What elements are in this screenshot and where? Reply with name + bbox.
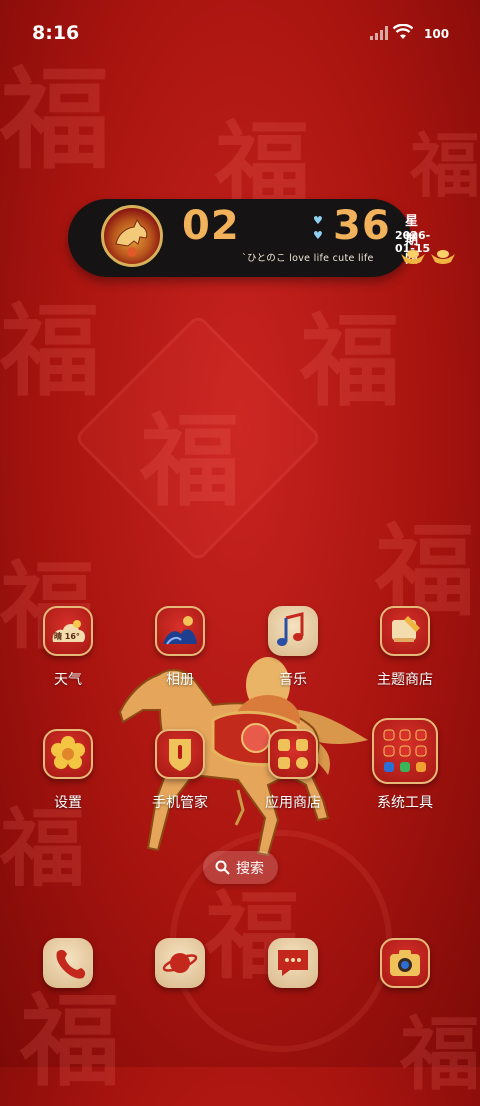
search-label: 搜索 <box>236 861 264 877</box>
wallpaper-diamond <box>73 313 323 563</box>
gallery-icon <box>155 606 205 656</box>
clock-minutes: 36 <box>333 203 391 249</box>
app-label: 系统工具 <box>377 795 433 811</box>
wallpaper-fu-glyph: 福 <box>410 124 480 207</box>
app-label: 天气 <box>54 672 82 688</box>
dock-camera[interactable] <box>350 938 460 988</box>
weather-badge: 晴 16° <box>54 632 80 641</box>
widget-tagline: `ひとのこ love life cute life <box>242 253 374 264</box>
wallpaper-fu-glyph: 福 <box>300 302 400 420</box>
clock-hours: 02 <box>182 203 240 249</box>
horse-avatar-icon <box>101 205 163 267</box>
app-label: 主题商店 <box>377 672 433 688</box>
weather-icon: 晴 16° <box>43 606 93 656</box>
dock-phone[interactable] <box>13 938 123 988</box>
theme-brush-icon <box>380 606 430 656</box>
app-gallery[interactable]: 相册 <box>125 606 235 689</box>
app-weather[interactable]: 晴 16° 天气 <box>13 606 123 689</box>
app-system-tools-folder[interactable]: 系统工具 <box>350 718 460 812</box>
app-settings[interactable]: 设置 <box>13 729 123 812</box>
app-label: 设置 <box>54 795 82 811</box>
clock-widget[interactable]: 02 ♥♥ 36 星期四 2026-01-15 `ひとのこ love life … <box>68 199 455 277</box>
app-music[interactable]: 音乐 <box>238 606 348 689</box>
wifi-icon <box>393 24 413 39</box>
app-label: 相册 <box>166 672 194 688</box>
gold-ingot-icon <box>401 250 455 264</box>
signal-bars-icon <box>370 26 388 40</box>
wallpaper-fu-glyph: 福 <box>0 292 100 410</box>
battery-level: 100 <box>424 27 450 41</box>
phone-manager-shield-icon <box>155 729 205 779</box>
camera-icon <box>380 938 430 988</box>
dock-browser[interactable] <box>125 938 235 988</box>
settings-flower-icon <box>43 729 93 779</box>
app-theme-store[interactable]: 主题商店 <box>350 606 460 689</box>
app-label: 应用商店 <box>265 795 321 811</box>
status-bar: 8:16 100 <box>0 0 480 68</box>
app-app-store[interactable]: 应用商店 <box>238 729 348 812</box>
dock-messages[interactable] <box>238 938 348 988</box>
status-time: 8:16 <box>32 22 80 44</box>
app-label: 手机管家 <box>152 795 208 811</box>
messages-icon <box>268 938 318 988</box>
app-store-grid-icon <box>268 729 318 779</box>
app-phone-manager[interactable]: 手机管家 <box>125 729 235 812</box>
app-label: 音乐 <box>279 672 307 688</box>
phone-icon <box>43 938 93 988</box>
wallpaper-fu-glyph: 福 <box>400 1007 480 1101</box>
system-tools-folder-icon <box>372 718 438 784</box>
music-note-icon <box>268 606 318 656</box>
heart-separator-icon: ♥ ♥ <box>313 214 323 242</box>
browser-planet-icon <box>155 938 205 988</box>
search-icon <box>215 860 230 875</box>
search-button[interactable]: 搜索 <box>203 851 278 884</box>
